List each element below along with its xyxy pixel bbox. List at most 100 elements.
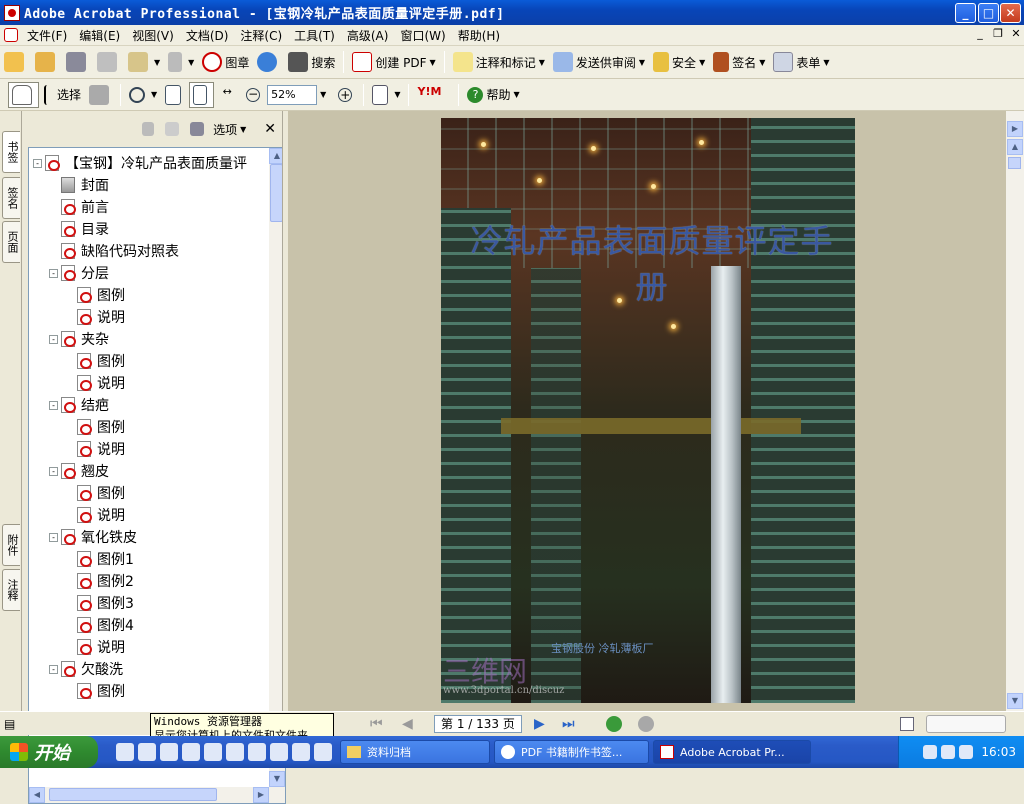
app-icon[interactable] [270, 743, 288, 761]
document-vscroll[interactable]: ▶ ▲ ▼ [1006, 111, 1024, 711]
bookmark-item[interactable]: - 分层 [49, 262, 109, 284]
tray-icon[interactable] [959, 745, 974, 759]
excel-icon[interactable] [292, 743, 310, 761]
ie-icon[interactable] [116, 743, 134, 761]
first-page-icon[interactable]: ⏮ [370, 716, 383, 732]
bookmark-item[interactable]: 目录 [49, 218, 109, 240]
zoom-input[interactable]: 52% [267, 84, 318, 105]
comment-markup-button[interactable]: 注释和标记 ▼ [450, 49, 548, 75]
prev-page-icon[interactable]: ◀ [402, 716, 413, 732]
scroll-left-button[interactable]: ◀ [29, 787, 45, 803]
collapse-toggle-icon[interactable]: - [33, 158, 42, 168]
task-acrobat[interactable]: Adobe Acrobat Pr... [653, 740, 811, 764]
hscroll-thumb[interactable] [49, 788, 217, 801]
send-review-button[interactable]: 发送供审阅 ▼ [550, 49, 648, 75]
fit-page-button[interactable] [189, 81, 215, 108]
menu-window[interactable]: 窗口(W) [394, 27, 451, 44]
minimize-button[interactable]: _ [955, 3, 976, 23]
zoom-tool-button[interactable]: ▼ [126, 82, 160, 108]
bookmark-item[interactable]: 图例2 [65, 570, 134, 592]
collapse-toggle-icon[interactable]: - [49, 334, 58, 344]
doc-restore-icon[interactable]: ❐ [990, 27, 1006, 42]
attach-button[interactable]: ▼ [165, 49, 197, 75]
pdf-page[interactable]: 冷轧产品表面质量评定手册 宝钢股份 冷轧薄板厂 三维网 www.3dportal… [441, 118, 855, 703]
bookmark-item[interactable]: 说明 [65, 504, 125, 526]
menu-help[interactable]: 帮助(H) [452, 27, 506, 44]
help-button[interactable]: ? 帮助 ▼ [464, 82, 522, 108]
options-menu[interactable]: 选项 [213, 121, 237, 138]
bookmark-item[interactable]: 缺陷代码对照表 [49, 240, 179, 262]
collapse-toggle-icon[interactable]: - [49, 466, 58, 476]
explorer-icon[interactable] [138, 743, 156, 761]
app-icon[interactable] [160, 743, 178, 761]
doc-scroll-down-button[interactable]: ▼ [1007, 693, 1023, 709]
go-forward-icon[interactable] [638, 715, 654, 732]
forms-button[interactable]: 表单 ▼ [770, 49, 832, 75]
yahoo-button[interactable]: Y!M [414, 82, 453, 108]
sign-button[interactable]: 签名 ▼ [710, 49, 768, 75]
collapse-toggle-icon[interactable]: - [49, 400, 58, 410]
task-folder[interactable]: 资料归档 [340, 740, 490, 764]
stamp-button[interactable]: 图章 [199, 49, 252, 75]
document-icon[interactable] [4, 28, 18, 42]
scroll-down-button[interactable]: ▼ [269, 771, 285, 787]
expand-bookmark-icon[interactable] [190, 122, 205, 136]
open-button[interactable] [1, 49, 30, 75]
go-back-icon[interactable] [606, 715, 622, 732]
zoom-in-button[interactable]: + [335, 82, 358, 108]
bookmark-item[interactable]: 图例4 [65, 614, 134, 636]
tray-icon[interactable] [923, 745, 938, 759]
ime-toolbar[interactable] [926, 714, 1006, 733]
zoom-dropdown[interactable]: ▼ [320, 90, 326, 99]
next-page-icon[interactable]: ▶ [534, 716, 545, 732]
bookmark-item[interactable]: 图例 [65, 482, 125, 504]
bookmark-item[interactable]: - 氧化铁皮 [49, 526, 137, 548]
app-icon[interactable] [204, 743, 222, 761]
page-number-field[interactable]: 第 1 / 133 页 [434, 714, 522, 733]
snapshot-button[interactable] [86, 82, 115, 108]
start-button[interactable]: 开始 [0, 736, 98, 768]
bookmark-item[interactable]: 前言 [49, 196, 109, 218]
bookmark-item[interactable]: 图例 [65, 416, 125, 438]
app-icon[interactable] [314, 743, 332, 761]
close-button[interactable]: ✕ [1000, 3, 1021, 23]
globe-button[interactable] [254, 49, 283, 75]
task-pdf-bookmark[interactable]: PDF 书籍制作书签... [494, 740, 649, 764]
bookmark-hscroll[interactable]: ◀ ▶ [29, 787, 285, 803]
page-layout-button[interactable]: ▼ [369, 82, 403, 108]
bookmark-item[interactable]: 说明 [65, 372, 125, 394]
tab-attachments[interactable]: 附件 [2, 524, 20, 566]
bookmark-item[interactable]: - 欠酸洗 [49, 658, 123, 680]
bookmark-item[interactable]: - 翘皮 [49, 460, 109, 482]
delete-bookmark-icon[interactable] [142, 122, 155, 136]
save-status-icon[interactable]: ▤ [4, 717, 15, 731]
doc-minimize-icon[interactable]: _ [972, 27, 988, 42]
last-page-icon[interactable]: ⏭ [562, 716, 575, 732]
print-button[interactable] [94, 49, 123, 75]
clock[interactable]: 16:03 [981, 745, 1016, 759]
tab-comments[interactable]: 注释 [2, 569, 20, 611]
app-icon[interactable] [226, 743, 244, 761]
panel-close-icon[interactable]: ✕ [264, 121, 276, 137]
bookmark-item[interactable]: 图例3 [65, 592, 134, 614]
options-dropdown-icon[interactable]: ▼ [240, 125, 246, 134]
tab-pages[interactable]: 页面 [2, 221, 20, 263]
collapse-toggle-icon[interactable]: - [49, 664, 58, 674]
menu-file[interactable]: 文件(F) [21, 27, 73, 44]
doc-expand-icon[interactable]: ▶ [1007, 121, 1023, 137]
scroll-right-button[interactable]: ▶ [253, 787, 269, 803]
bookmark-item[interactable]: 图例 [65, 350, 125, 372]
organizer-button[interactable] [32, 49, 61, 75]
tab-signatures[interactable]: 签名 [2, 177, 20, 219]
doc-scroll-thumb[interactable] [1008, 157, 1021, 169]
collapse-toggle-icon[interactable]: - [49, 268, 58, 278]
bookmark-item[interactable]: 图例 [65, 680, 125, 702]
bookmark-item[interactable]: 图例1 [65, 548, 134, 570]
menu-view[interactable]: 视图(V) [126, 27, 180, 44]
doc-close-icon[interactable]: ✕ [1008, 27, 1024, 42]
single-page-icon[interactable] [900, 716, 914, 731]
bookmark-item[interactable]: - 结疤 [49, 394, 109, 416]
maximize-button[interactable]: □ [978, 3, 999, 23]
acrobat-app-icon[interactable] [4, 4, 20, 21]
tab-bookmarks[interactable]: 书签 [2, 131, 20, 173]
